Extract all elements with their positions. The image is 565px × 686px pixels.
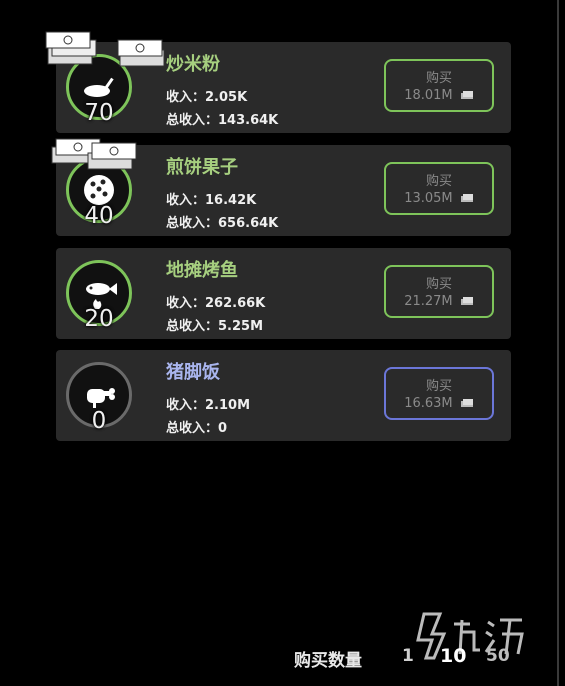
- item-total-income: 总收入：143.64K: [166, 113, 279, 128]
- item-level: 40: [84, 203, 114, 229]
- cash-icon: [460, 193, 473, 202]
- buy-label: 购买: [425, 71, 452, 86]
- cash-icon: [460, 90, 473, 99]
- buy-label: 购买: [425, 174, 452, 189]
- cash-stack-icon: [87, 142, 137, 170]
- item-level: 20: [84, 306, 114, 332]
- buy-price: 13.05M: [386, 191, 492, 206]
- quantity-option-1[interactable]: 1: [402, 646, 414, 666]
- buy-label: 购买: [425, 379, 452, 394]
- price-value: 18.01M: [404, 88, 453, 103]
- item-name: 炒米粉: [166, 54, 220, 75]
- quantity-option-10[interactable]: 10: [440, 645, 466, 667]
- buy-label: 购买: [425, 277, 452, 292]
- shop-item-jianbing: 40 煎饼果子 收入：16.42K 总收入：656.64K 购买 13.05M: [51, 138, 511, 236]
- item-total-income: 总收入：0: [166, 421, 228, 436]
- item-income: 收入：262.66K: [166, 296, 266, 311]
- price-value: 21.27M: [404, 294, 453, 309]
- price-value: 16.63M: [404, 396, 453, 411]
- item-level: 0: [91, 408, 107, 434]
- item-name: 煎饼果子: [166, 157, 238, 178]
- buy-price: 18.01M: [386, 88, 492, 103]
- cash-stack-icon: [45, 31, 97, 65]
- cash-icon: [460, 398, 473, 407]
- cash-stack-icon: [117, 39, 165, 67]
- buy-button[interactable]: 购买 16.63M: [384, 367, 494, 420]
- item-icon-frame: 0: [66, 362, 132, 434]
- shop-item-fried-rice-noodles: 70 炒米粉 收入：2.05K 总收入：143.64K 购买 18.01M: [45, 31, 511, 133]
- shop-item-street-grilled-fish: 20 地摊烤鱼 收入：262.66K 总收入：5.25M 购买 21.27M: [56, 248, 511, 339]
- item-income: 收入：16.42K: [166, 193, 257, 208]
- item-income: 收入：2.10M: [166, 398, 251, 413]
- buy-quantity-label: 购买数量: [294, 651, 362, 671]
- item-level: 70: [84, 100, 114, 126]
- quantity-option-50[interactable]: 50: [486, 646, 510, 666]
- buy-button[interactable]: 购买 13.05M: [384, 162, 494, 215]
- buy-price: 21.27M: [386, 294, 492, 309]
- buy-button[interactable]: 购买 18.01M: [384, 59, 494, 112]
- item-name: 地摊烤鱼: [166, 260, 238, 281]
- item-name: 猪脚饭: [166, 362, 220, 383]
- buy-price: 16.63M: [386, 396, 492, 411]
- shop-item-pork-leg-rice: 0 猪脚饭 收入：2.10M 总收入：0 购买 16.63M: [56, 350, 511, 441]
- item-icon-frame: 20: [66, 260, 132, 332]
- buy-button[interactable]: 购买 21.27M: [384, 265, 494, 318]
- item-total-income: 总收入：656.64K: [166, 216, 279, 231]
- item-total-income: 总收入：5.25M: [166, 319, 264, 334]
- watermark-logo: [416, 612, 524, 660]
- cash-icon: [460, 296, 473, 305]
- item-income: 收入：2.05K: [166, 90, 248, 105]
- price-value: 13.05M: [404, 191, 453, 206]
